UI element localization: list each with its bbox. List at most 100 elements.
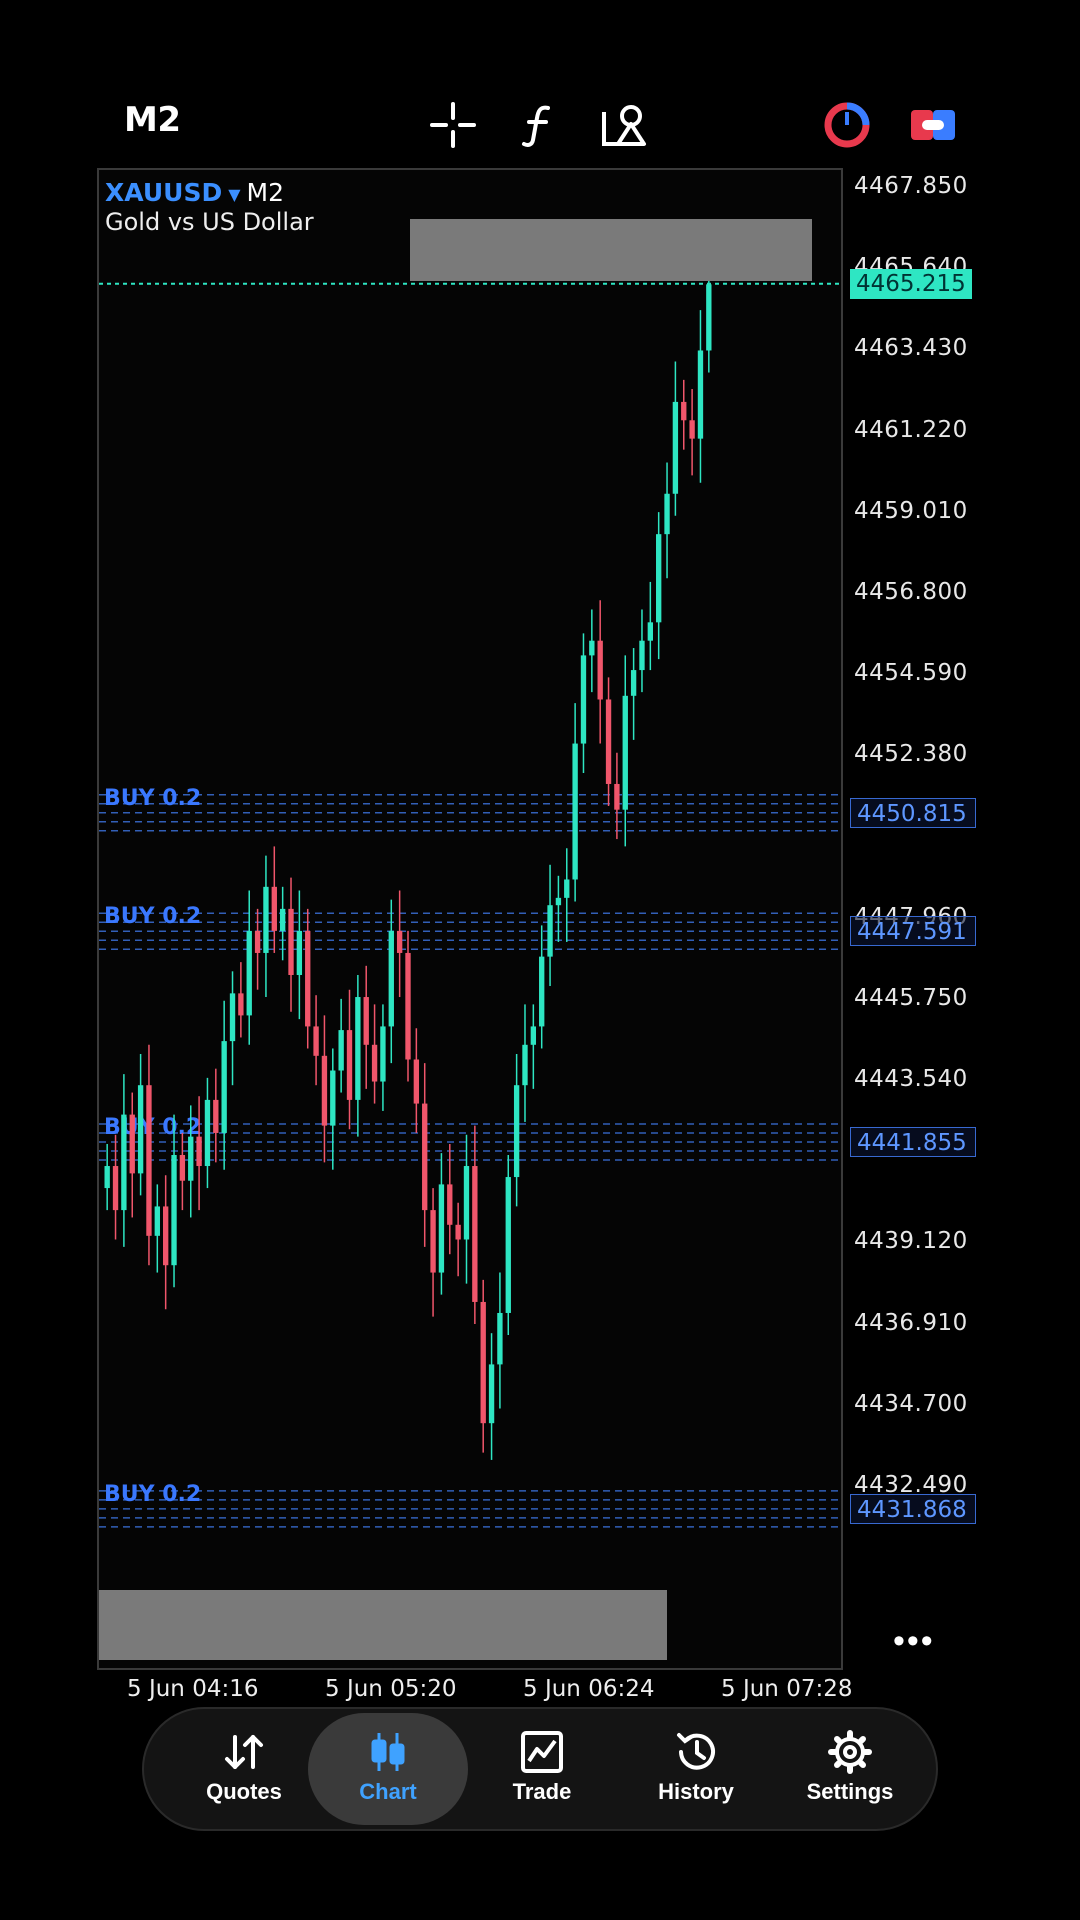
candle-body xyxy=(605,699,612,784)
price-tick-label: 4467.850 xyxy=(854,173,968,199)
price-tick-label: 4439.120 xyxy=(854,1228,968,1255)
order-price-label[interactable]: 4441.855 xyxy=(850,1126,976,1157)
candle-body xyxy=(112,1166,119,1211)
candle-body xyxy=(672,401,679,494)
order-label: BUY 0.2 xyxy=(104,1482,201,1507)
candle-body xyxy=(630,670,637,696)
symbol-dropdown-icon[interactable]: ▼ xyxy=(228,185,240,204)
candle-body xyxy=(455,1224,461,1240)
candle-body xyxy=(154,1206,160,1236)
candle-body xyxy=(438,1184,445,1273)
candle-body xyxy=(664,493,670,535)
time-axis[interactable]: 5 Jun 04:16 5 Jun 05:20 5 Jun 06:24 5 Jun 0… xyxy=(97,1672,877,1712)
candle-body xyxy=(505,1177,511,1313)
time-tick-label: 5 Jun 04:16 xyxy=(127,1676,259,1702)
price-tick-label: 4445.750 xyxy=(854,984,968,1011)
candle-body xyxy=(254,930,261,953)
candle-body xyxy=(480,1301,486,1424)
price-overlay-block xyxy=(410,219,812,281)
candle-body xyxy=(238,993,244,1016)
price-axis[interactable]: 4467.850 4465.640 4463.430 4461.220 4459.010… xyxy=(850,168,1080,1670)
candle-body xyxy=(396,930,403,953)
candle-body xyxy=(271,886,277,931)
more-options-button[interactable]: ••• xyxy=(893,1622,935,1661)
candle-body xyxy=(213,1099,219,1133)
order-price-label[interactable]: 4431.868 xyxy=(850,1493,976,1524)
candle-body xyxy=(288,908,294,975)
symbol-timeframe: M2 xyxy=(246,178,285,207)
candle-body xyxy=(162,1206,169,1266)
order-label: BUY 0.2 xyxy=(104,786,201,811)
candle-body xyxy=(614,783,620,810)
candle-body xyxy=(639,640,645,671)
candle-body xyxy=(513,1085,520,1178)
candle-body xyxy=(422,1103,428,1211)
price-tick-label: 4434.700 xyxy=(854,1390,968,1417)
candle-body xyxy=(488,1364,495,1424)
current-price-label: 4465.215 xyxy=(850,268,972,299)
settings-icon xyxy=(828,1730,872,1774)
candle-body xyxy=(539,956,545,1027)
price-tick-label: 4459.010 xyxy=(854,497,968,524)
order-price-label[interactable]: 4450.815 xyxy=(850,797,976,828)
order-label: BUY 0.2 xyxy=(104,1115,201,1140)
candle-body xyxy=(296,930,303,975)
candle-body xyxy=(196,1136,202,1167)
nav-settings[interactable]: Settings xyxy=(770,1713,930,1825)
nav-label-trade: Trade xyxy=(512,1779,572,1804)
nav-chart[interactable]: Chart xyxy=(308,1713,468,1825)
candle-body xyxy=(146,1085,152,1236)
symbol-description: Gold vs US Dollar xyxy=(105,208,314,236)
candle-body xyxy=(179,1155,186,1181)
candle-body xyxy=(589,640,595,656)
time-tick-label: 5 Jun 05:20 xyxy=(325,1676,457,1702)
candle-body xyxy=(564,879,570,898)
nav-label-quotes: Quotes xyxy=(206,1779,282,1804)
candle-body xyxy=(171,1155,177,1266)
candle-body xyxy=(263,886,269,953)
candle-body xyxy=(321,1055,328,1126)
price-tick-label: 4443.540 xyxy=(854,1066,968,1093)
candle-body xyxy=(463,1166,470,1240)
price-tick-label: 4454.590 xyxy=(854,660,968,687)
symbol-header[interactable]: XAUUSD ▼ M2 xyxy=(105,178,284,207)
candle-body xyxy=(371,1044,378,1082)
candle-body xyxy=(413,1059,420,1104)
price-tick-label: 4456.800 xyxy=(854,578,968,605)
symbol-name[interactable]: XAUUSD xyxy=(105,178,222,207)
candle-body xyxy=(681,401,687,421)
candle-body xyxy=(472,1166,478,1302)
time-tick-label: 5 Jun 07:28 xyxy=(721,1676,853,1702)
candle-body xyxy=(647,622,654,641)
candle-body xyxy=(522,1044,528,1086)
candle-body xyxy=(204,1099,211,1167)
candle-body xyxy=(279,908,286,931)
price-tick-label: 4452.380 xyxy=(854,741,968,768)
candle-body xyxy=(530,1026,537,1045)
order-price-label[interactable]: 4447.591 xyxy=(850,916,976,947)
nav-label-settings: Settings xyxy=(806,1779,894,1804)
nav-history[interactable]: History xyxy=(616,1713,776,1825)
candle-body xyxy=(572,743,578,880)
quotes-icon xyxy=(225,1735,263,1769)
nav-quotes[interactable]: Quotes xyxy=(164,1713,324,1825)
candle-body xyxy=(104,1166,110,1189)
candle-body xyxy=(363,997,369,1045)
candle-body xyxy=(229,993,236,1042)
candle-body xyxy=(330,1070,336,1126)
bottom-navigation: Quotes Chart Trade History Settings xyxy=(142,1707,938,1831)
nav-label-chart: Chart xyxy=(359,1779,417,1804)
candle-body xyxy=(405,952,411,1060)
nav-trade[interactable]: Trade xyxy=(462,1713,622,1825)
candle-body xyxy=(221,1041,227,1133)
candle-body xyxy=(246,930,252,1016)
candle-body xyxy=(697,350,704,439)
trade-icon xyxy=(521,1731,563,1773)
candle-body xyxy=(547,905,553,957)
candle-body xyxy=(338,1030,344,1071)
candle-body xyxy=(305,930,311,1027)
candle-body xyxy=(346,1030,353,1100)
price-tick-label: 4463.430 xyxy=(854,335,968,362)
price-overlay-block xyxy=(99,1590,667,1660)
candle-body xyxy=(597,640,603,700)
